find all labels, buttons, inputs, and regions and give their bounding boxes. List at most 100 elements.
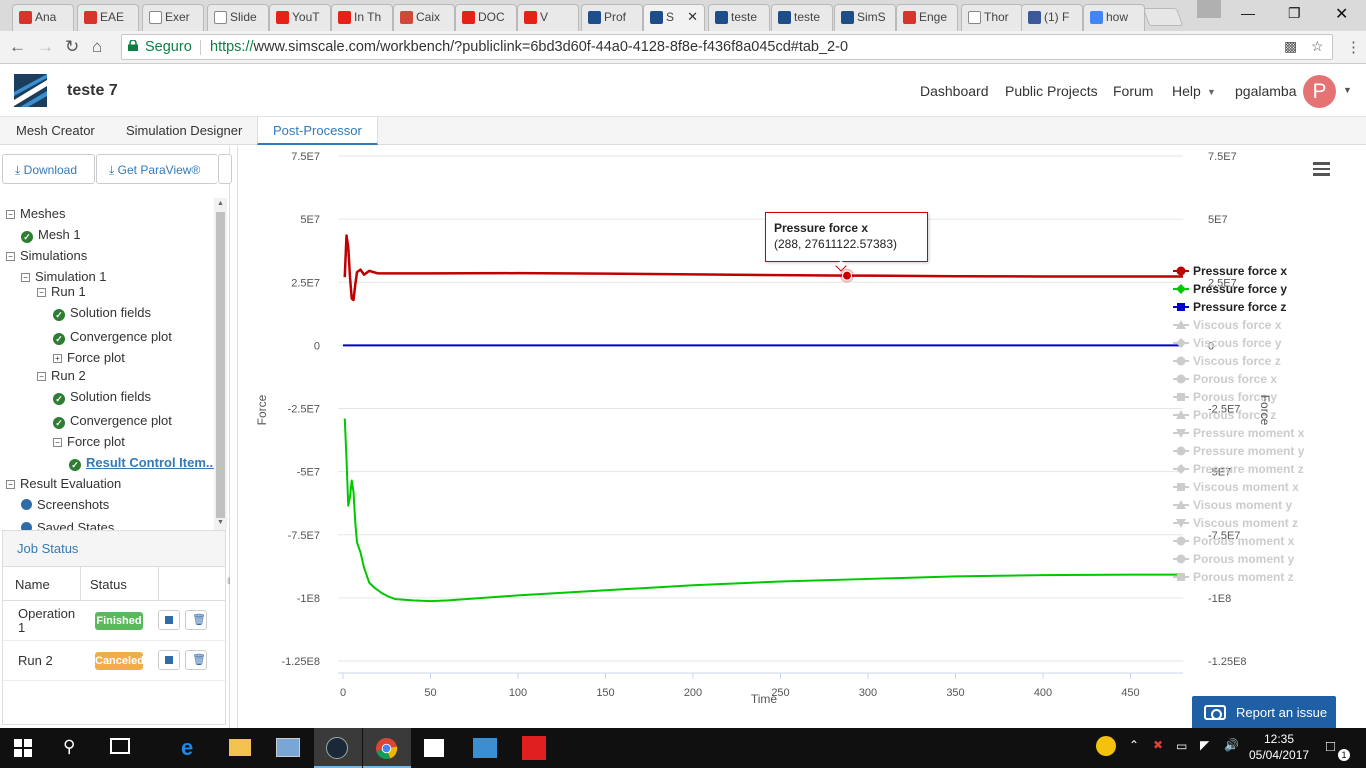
browser-tab[interactable]: S ✕ (643, 4, 705, 31)
stop-job-button[interactable] (158, 610, 180, 630)
collapse-icon[interactable]: − (37, 372, 46, 381)
legend-item[interactable]: Porous moment x (1193, 534, 1295, 548)
wifi-icon[interactable]: ◤ (1200, 738, 1209, 752)
browser-tab[interactable]: Prof (581, 4, 643, 31)
series-line-pressure-force-x[interactable] (343, 234, 1183, 302)
collapse-icon[interactable]: − (21, 273, 30, 282)
username-label[interactable]: pgalamba (1235, 83, 1297, 99)
browser-tab[interactable]: Ana (12, 4, 74, 31)
tree-item-simulation-1[interactable]: − Simulation 1 (21, 269, 107, 284)
tree-item-meshes[interactable]: − Meshes (6, 206, 66, 221)
back-icon[interactable]: ← (9, 37, 26, 57)
browser-tab[interactable]: EAE (77, 4, 139, 31)
antivirus-icon[interactable]: ✖ (1153, 738, 1163, 752)
tree-item-saved-states[interactable]: Saved States (21, 520, 114, 530)
edge-browser-icon[interactable]: e (181, 735, 193, 761)
collapse-icon[interactable]: − (6, 480, 15, 489)
report-issue-button[interactable]: Report an issue (1192, 696, 1336, 729)
file-explorer-icon[interactable] (229, 739, 251, 756)
browser-tab[interactable]: teste (708, 4, 770, 31)
forward-icon[interactable]: → (37, 37, 54, 57)
minimize-window-icon[interactable]: — (1241, 5, 1255, 21)
legend-item[interactable]: Pressure moment y (1193, 444, 1305, 458)
reload-icon[interactable]: ↻ (65, 37, 79, 57)
job-status-title[interactable]: Job Status (3, 531, 225, 567)
legend-item[interactable]: Pressure force z (1193, 300, 1286, 314)
tree-item-run1-convergence-plot[interactable]: ✓ Convergence plot (53, 329, 172, 345)
legend-item[interactable]: Viscous force x (1193, 318, 1282, 332)
tab-simulation-designer[interactable]: Simulation Designer (126, 117, 242, 145)
legend-marker[interactable] (1177, 483, 1185, 491)
address-bar[interactable]: Seguro https://www.simscale.com/workbenc… (121, 34, 1333, 60)
show-hidden-icons-icon[interactable]: ⌃ (1129, 738, 1139, 752)
browser-tab[interactable]: (1) F (1021, 4, 1083, 31)
collapse-icon[interactable]: − (6, 210, 15, 219)
chrome-icon[interactable] (375, 737, 398, 760)
browser-tab[interactable]: teste (771, 4, 833, 31)
scroll-down-icon[interactable]: ▼ (217, 519, 224, 526)
close-tab-icon[interactable]: ✕ (687, 9, 698, 25)
tree-item-run1-solution-fields[interactable]: ✓ Solution fields (53, 305, 151, 321)
legend-item[interactable]: Pressure force x (1193, 264, 1287, 278)
collapse-icon[interactable]: − (6, 252, 15, 261)
tree-item-run2-solution-fields[interactable]: ✓ Solution fields (53, 389, 151, 405)
legend-marker[interactable] (1176, 266, 1186, 276)
browser-tab[interactable]: V (517, 4, 579, 31)
legend-marker[interactable] (1177, 303, 1185, 311)
action-center-icon[interactable]: □ (1326, 738, 1335, 755)
tree-item-run2-convergence-plot[interactable]: ✓ Convergence plot (53, 413, 172, 429)
expand-icon[interactable]: + (53, 354, 62, 363)
home-icon[interactable]: ⌂ (92, 37, 102, 57)
tree-item-result-evaluation[interactable]: − Result Evaluation (6, 476, 121, 491)
nav-forum-link[interactable]: Forum (1113, 83, 1153, 99)
legend-marker[interactable] (1176, 356, 1186, 366)
legend-item[interactable]: Viscous moment x (1193, 480, 1299, 494)
tab-mesh-creator[interactable]: Mesh Creator (16, 117, 95, 145)
legend-marker[interactable] (1176, 446, 1186, 456)
tree-item-mesh-1[interactable]: ✓ Mesh 1 (21, 227, 81, 243)
legend-item[interactable]: Porous moment y (1193, 552, 1295, 566)
chart-menu-icon[interactable] (1313, 162, 1330, 176)
legend-marker[interactable] (1177, 573, 1185, 581)
browser-tab[interactable]: Exer (142, 4, 204, 31)
tree-scrollbar-thumb[interactable] (216, 212, 225, 518)
avatar[interactable]: P (1303, 75, 1336, 108)
delete-job-button[interactable]: 🗑 (185, 650, 207, 670)
nav-dashboard-link[interactable]: Dashboard (920, 83, 989, 99)
new-tab-button[interactable] (1142, 8, 1184, 26)
warning-icon[interactable] (1096, 736, 1116, 756)
panel-resize-handle-icon[interactable]: ‖ (227, 576, 231, 586)
stop-job-button[interactable] (158, 650, 180, 670)
simscale-logo-icon[interactable] (14, 74, 47, 107)
tree-item-run-2[interactable]: − Run 2 (37, 368, 86, 383)
browser-tab[interactable]: Caix (393, 4, 455, 31)
restore-window-icon[interactable]: ❐ (1288, 5, 1301, 22)
browser-tab[interactable]: SimS (834, 4, 896, 31)
tab-post-processor[interactable]: Post-Processor (257, 117, 378, 145)
tree-item-simulations[interactable]: − Simulations (6, 248, 87, 263)
nav-help-link[interactable]: Help (1172, 83, 1201, 99)
legend-item[interactable]: Visous moment y (1193, 498, 1292, 512)
collapse-icon[interactable]: − (53, 438, 62, 447)
legend-marker[interactable] (1176, 338, 1186, 348)
browser-tab[interactable]: In Th (331, 4, 393, 31)
battery-icon[interactable]: ▭ (1176, 739, 1187, 753)
browser-tab[interactable]: how (1083, 4, 1145, 31)
store-icon[interactable] (424, 739, 444, 757)
bookmark-star-icon[interactable]: ☆ (1311, 38, 1324, 55)
task-view-icon[interactable] (110, 738, 130, 754)
clock-date[interactable]: 05/04/2017 (1249, 748, 1309, 762)
clock-time[interactable]: 12:35 (1264, 732, 1294, 746)
tree-item-result-control-items[interactable]: ✓ Result Control Item... (69, 455, 214, 471)
translate-icon[interactable]: ▩ (1284, 38, 1297, 55)
more-buttons-overflow[interactable] (218, 154, 232, 184)
legend-item[interactable]: Pressure force y (1193, 282, 1287, 296)
steam-icon[interactable] (326, 737, 348, 759)
tree-item-run2-force-plot[interactable]: − Force plot (53, 434, 125, 449)
browser-tab[interactable]: Thor (961, 4, 1023, 31)
help-chevron-down-icon[interactable]: ▼ (1207, 87, 1216, 97)
download-button[interactable]: ⤓ Download (2, 154, 95, 184)
collapse-icon[interactable]: − (37, 288, 46, 297)
nav-public-projects-link[interactable]: Public Projects (1005, 83, 1098, 99)
close-window-icon[interactable]: ✕ (1335, 4, 1348, 24)
